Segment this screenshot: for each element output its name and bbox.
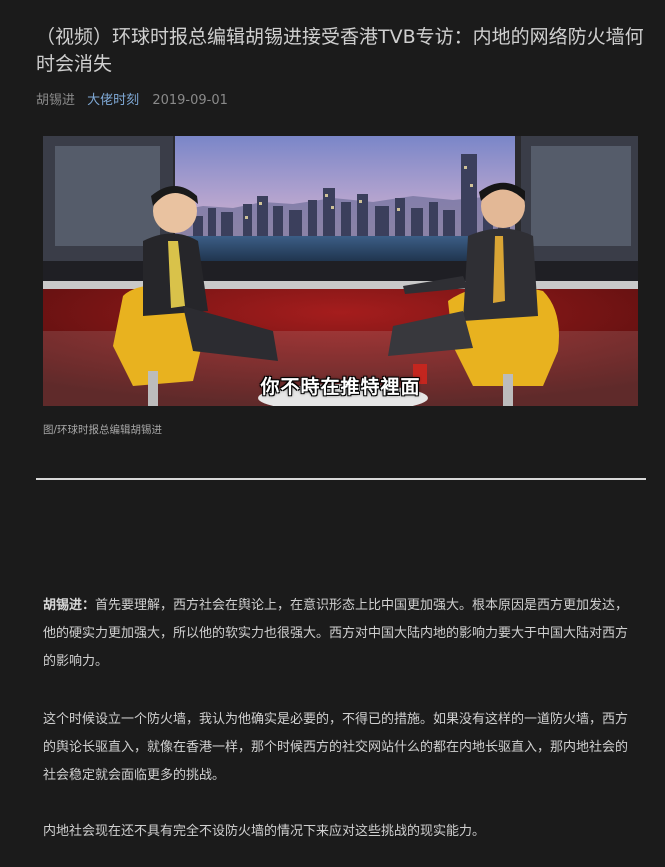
tv-studio-scene: [43, 136, 638, 406]
speaker-label: 胡锡进：: [43, 598, 96, 613]
video-subtitle: 你不時在推特裡面: [260, 376, 421, 398]
article-meta: 胡锡进 大佬时刻 2019-09-01: [36, 89, 228, 108]
author-name[interactable]: 胡锡进: [36, 93, 75, 108]
paragraph-1-text: 首先要理解，西方社会在舆论上，在意识形态上比中国更加强大。根本原因是西方更加发达…: [43, 598, 629, 669]
section-divider: [36, 478, 646, 480]
paragraph-3: 内地社会现在还不具有完全不设防火墙的情况下来应对这些挑战的现实能力。: [43, 824, 486, 839]
video-frame[interactable]: 你不時在推特裡面: [43, 136, 638, 406]
channel-link[interactable]: 大佬时刻: [87, 93, 139, 108]
publish-date: 2019-09-01: [152, 93, 228, 108]
image-caption: 图/环球时报总编辑胡锡进: [43, 424, 163, 436]
paragraph-2: 这个时候设立一个防火墙，我认为他确实是必要的，不得已的措施。如果没有这样的一道防…: [43, 712, 629, 783]
article-title: （视频）环球时报总编辑胡锡进接受香港TVB专访：内地的网络防火墙何时会消失: [36, 26, 644, 75]
paragraph-1: 胡锡进：首先要理解，西方社会在舆论上，在意识形态上比中国更加强大。根本原因是西方…: [43, 592, 640, 676]
